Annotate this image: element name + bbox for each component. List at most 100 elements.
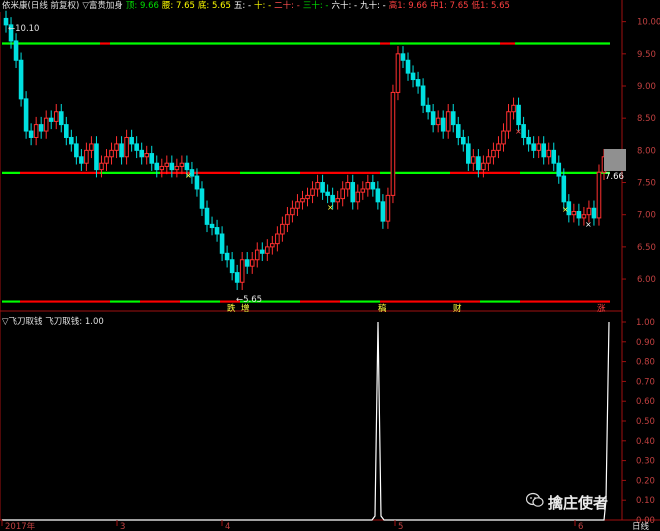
price-tick-label: 9.50 [637, 50, 656, 60]
high-label: ←10.10 [8, 24, 39, 34]
sub-value: 1.00 [84, 317, 104, 327]
candle-body [265, 246, 270, 254]
candle-body [249, 259, 255, 267]
candle-body [450, 111, 456, 126]
candle-body [471, 156, 476, 164]
candle-body [425, 104, 431, 113]
candles [3, 10, 607, 290]
candle-body [481, 162, 486, 171]
candle-body [23, 98, 29, 132]
candle-body [330, 194, 335, 203]
candle-body [234, 272, 240, 283]
candle-body [33, 124, 39, 138]
candle-body [375, 188, 381, 203]
candle-body [430, 111, 436, 126]
sub-indicator-title[interactable]: ▽飞刀取钱 [2, 317, 43, 327]
candle-body [586, 207, 592, 216]
sub-tick-label: 0.30 [636, 457, 655, 467]
candle-body [310, 188, 315, 196]
candle-body [556, 162, 562, 177]
candle-body [486, 156, 491, 164]
sub-tick-label: 0.50 [636, 417, 655, 427]
price-tick-label: 9.00 [637, 82, 656, 92]
candle-body [531, 143, 536, 151]
candle-body [104, 156, 109, 164]
candle-body [455, 124, 461, 138]
candle-body [64, 124, 69, 138]
candle-body [290, 207, 295, 216]
price-tick-label: 7.50 [637, 179, 656, 189]
candle-body [114, 143, 119, 151]
header-item: 中1: 7.65 [430, 1, 469, 11]
candle-body [270, 243, 275, 248]
sub-tick-label: 1.00 [636, 318, 655, 328]
candle-body [280, 223, 285, 235]
candle-body [370, 182, 376, 190]
candle-body [476, 156, 481, 171]
candle-body [360, 188, 366, 193]
sub-label: 飞刀取钱 [45, 317, 80, 327]
candle-body [109, 149, 114, 158]
candle-body [511, 104, 516, 113]
candle-body [58, 111, 64, 126]
sub-tick-label: 0.10 [636, 496, 655, 506]
candle-body [129, 136, 134, 145]
level-lines [2, 42, 610, 303]
candle-body [355, 191, 361, 203]
header-item: 底: 5.65 [197, 1, 231, 11]
candle-body [390, 91, 396, 196]
candle-body [184, 162, 190, 171]
candle-body [94, 143, 99, 171]
candle-body [38, 124, 44, 132]
indicator-title[interactable]: ▽富贵加身 [82, 1, 123, 11]
candle-body [259, 249, 265, 254]
price-tick-label: 10.00 [637, 18, 660, 28]
date-tick-label: 5 [398, 522, 403, 531]
wechat-icon [526, 492, 544, 507]
price-tick-label: 7.00 [637, 211, 656, 221]
candle-body [300, 198, 305, 203]
candle-body [224, 252, 230, 261]
candle-body [315, 182, 320, 190]
candle-body [576, 210, 582, 219]
candle-body [335, 198, 340, 203]
header-item: 十: - [254, 1, 272, 11]
candle-body [561, 175, 567, 203]
sub-tick-label: 0.80 [636, 358, 655, 368]
header-item: 九十: - [360, 1, 386, 11]
candle-body [119, 143, 124, 158]
candle-body [410, 72, 416, 81]
candle-body [214, 227, 220, 235]
event-marker: 财 [453, 303, 462, 314]
candle-body [194, 175, 200, 190]
candle-body [506, 111, 511, 132]
price-axis: 10.00 9.50 9.00 8.50 8.00 7.50 7.00 6.50 6.00 [622, 18, 660, 285]
current-price-label: 7.66 [605, 172, 624, 182]
candle-body [204, 207, 210, 225]
candle-body [79, 156, 84, 164]
candle-body [159, 165, 165, 171]
candle-body [169, 162, 175, 171]
header-item: 三十: - [302, 1, 329, 11]
candle-body [219, 233, 225, 254]
candle-body [139, 149, 144, 158]
candle-body [400, 53, 406, 61]
candle-body [501, 130, 506, 145]
header-item: 五: - [233, 1, 252, 11]
candle-body [496, 143, 501, 151]
candle-body [154, 162, 160, 171]
date-tick-label: 3 [120, 522, 125, 531]
current-price-box [604, 149, 626, 171]
event-marker: 稿 [378, 303, 387, 314]
header-item: 二十: - [274, 1, 300, 11]
date-tick-label: 6 [578, 522, 583, 531]
candle-body [13, 40, 19, 61]
candle-body [295, 201, 300, 209]
candle-body [521, 124, 526, 138]
signal-star: × [185, 171, 192, 180]
stock-title: 依米康(日线 前复权) [2, 1, 80, 11]
signal-star: × [327, 203, 334, 212]
candle-body [420, 85, 426, 106]
candle-body [340, 188, 345, 200]
signal-polyline [2, 321, 610, 521]
